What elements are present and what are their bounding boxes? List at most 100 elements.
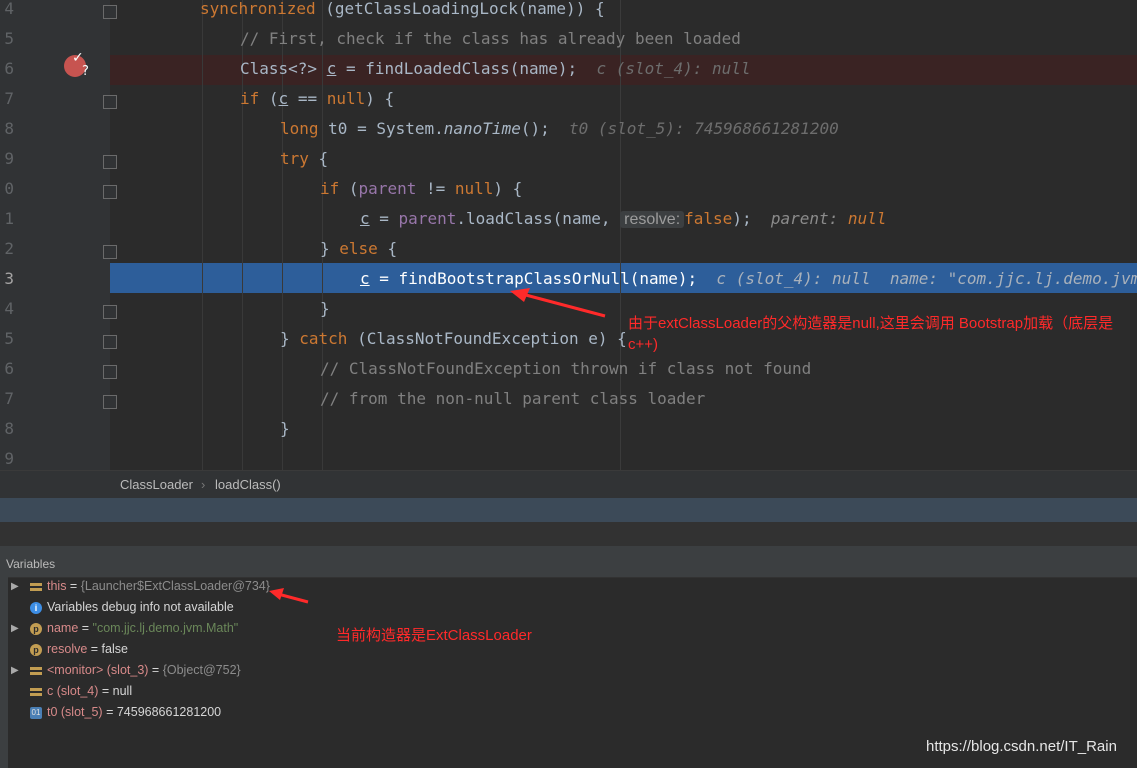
variable-value: {Launcher$ExtClassLoader@734} [80, 579, 270, 593]
code-text[interactable]: long t0 = System.nanoTime(); t0 (slot_5)… [280, 117, 839, 147]
variable-name: t0 (slot_5) [47, 705, 103, 719]
arrow-2-svg [269, 588, 309, 604]
line-number[interactable]: 4 [0, 0, 14, 27]
code-token: t0 = System. [328, 119, 444, 138]
arrow-1-shaft [521, 292, 606, 318]
variable-value: 745968661281200 [116, 705, 222, 719]
code-token: parent [358, 179, 417, 198]
line-number[interactable]: 8 [0, 117, 14, 147]
fold-marker-icon[interactable] [103, 155, 117, 169]
fold-marker-icon[interactable] [103, 5, 117, 19]
code-text[interactable]: } [280, 417, 290, 447]
code-text[interactable]: } catch (ClassNotFoundException e) { [280, 327, 627, 357]
line-number[interactable]: 0 [0, 177, 14, 207]
annotation-arrow-icon [508, 284, 608, 324]
code-line: 8} [0, 417, 1137, 447]
line-number[interactable]: 7 [0, 87, 14, 117]
variable-name: resolve [47, 642, 88, 656]
code-text[interactable]: synchronized (getClassLoadingLock(name))… [200, 0, 605, 27]
field-icon [30, 665, 42, 677]
primitive-icon: 01 [30, 707, 42, 719]
code-text[interactable]: if (c == null) { [240, 87, 394, 117]
variable-row[interactable]: c (slot_4) = null [0, 682, 600, 703]
variable-equals: = [78, 621, 93, 635]
variable-value: false [101, 642, 128, 656]
line-number[interactable]: 6 [0, 57, 14, 87]
variable-text: t0 (slot_5) = 745968661281200 [47, 705, 221, 719]
code-line: 8 long t0 = System.nanoTime(); t0 (slot_5… [0, 117, 1137, 147]
code-token: null [454, 179, 494, 198]
code-text[interactable]: c = findBootstrapClassOrNull(name); c (s… [360, 267, 1137, 297]
variable-row[interactable]: ▶ <monitor> (slot_3) = {Object@752} [0, 661, 600, 682]
expand-arrow-icon[interactable]: ▶ [11, 581, 19, 592]
code-token: if [240, 89, 269, 108]
code-text[interactable]: c = parent.loadClass(name, resolve: false… [360, 207, 886, 237]
line-number[interactable]: 9 [0, 447, 14, 470]
code-line: 4 synchronized (getClassLoadingLock(name)… [0, 0, 1137, 27]
code-text[interactable]: } [320, 297, 330, 327]
line-number[interactable]: 7 [0, 387, 14, 417]
code-token: } [280, 419, 290, 438]
line-number[interactable]: 6 [0, 357, 14, 387]
arrow-2-head [269, 588, 284, 600]
code-text[interactable]: // First, check if the class has already… [240, 27, 741, 57]
fold-marker-icon[interactable] [103, 305, 117, 319]
variable-text: this = {Launcher$ExtClassLoader@734} [47, 579, 270, 593]
code-token: == [288, 89, 327, 108]
code-token: (ClassNotFoundException e) { [357, 329, 627, 348]
fold-marker-icon[interactable] [103, 335, 117, 349]
breadcrumb-method[interactable]: loadClass() [215, 477, 281, 492]
variable-name: name [47, 621, 79, 635]
line-number[interactable]: 5 [0, 27, 14, 57]
variable-row[interactable]: 01 t0 (slot_5) = 745968661281200 [0, 703, 600, 724]
code-line: 7 if (c == null) { [0, 87, 1137, 117]
code-text[interactable]: Class<?> c = findLoadedClass(name); c (s… [240, 57, 751, 87]
line-number[interactable]: 2 [0, 237, 14, 267]
inline-debug-value: parent: [751, 209, 848, 228]
code-line: 7 // from the non-null parent class loade… [0, 387, 1137, 417]
inline-debug-value: c (slot_4): null name: "com.jjc.lj.demo.… [716, 269, 1137, 288]
code-token: ( [348, 179, 359, 198]
code-token: = findLoadedClass(name); [336, 59, 578, 78]
variable-equals: = [66, 579, 81, 593]
line-number[interactable]: 3 [0, 267, 14, 297]
variable-name: <monitor> (slot_3) [47, 663, 149, 677]
expand-arrow-icon[interactable]: ▶ [11, 623, 19, 634]
code-text[interactable]: if (parent != null) { [320, 177, 522, 207]
code-line: 9 try { [0, 147, 1137, 177]
line-number[interactable]: 1 [0, 207, 14, 237]
line-number[interactable]: 9 [0, 147, 14, 177]
code-token: // from the non-null parent class loader [320, 389, 706, 408]
code-line: 0 if (parent != null) { [0, 177, 1137, 207]
code-text[interactable]: try { [280, 147, 328, 177]
variable-equals: = [98, 684, 113, 698]
arrow-1-head [510, 288, 530, 302]
line-number[interactable]: 8 [0, 417, 14, 447]
expand-arrow-icon[interactable]: ▶ [11, 665, 19, 676]
code-text[interactable]: } else { [320, 237, 397, 267]
fold-marker-icon[interactable] [103, 395, 117, 409]
fold-marker-icon[interactable] [103, 95, 117, 109]
variable-value: "com.jjc.lj.demo.jvm.Math" [92, 621, 239, 635]
code-token: synchronized [200, 0, 326, 18]
inline-debug-value: null [847, 209, 887, 228]
variable-text: c (slot_4) = null [47, 684, 132, 698]
variable-text: <monitor> (slot_3) = {Object@752} [47, 663, 241, 677]
fold-marker-icon[interactable] [103, 245, 117, 259]
breadcrumb-class[interactable]: ClassLoader [120, 477, 193, 492]
line-number[interactable]: 4 [0, 297, 14, 327]
fold-marker-icon[interactable] [103, 185, 117, 199]
code-token: try [280, 149, 319, 168]
breadcrumb-separator: › [201, 477, 206, 492]
arrow-1-svg [510, 288, 606, 318]
fold-marker-icon[interactable] [103, 365, 117, 379]
code-editor[interactable]: 4 synchronized (getClassLoadingLock(name)… [0, 0, 1137, 470]
code-line: 6 // ClassNotFoundException thrown if cla… [0, 357, 1137, 387]
code-text[interactable]: // ClassNotFoundException thrown if clas… [320, 357, 811, 387]
watermark: https://blog.csdn.net/IT_Rain [926, 738, 1117, 755]
code-token: long [280, 119, 329, 138]
code-token: // First, check if the class has already… [240, 29, 741, 48]
code-text[interactable]: // from the non-null parent class loader [320, 387, 705, 417]
line-number[interactable]: 5 [0, 327, 14, 357]
annotation-bootstrap-note: 由于extClassLoader的父构造器是null,这里会调用 Bootstr… [628, 315, 1114, 353]
